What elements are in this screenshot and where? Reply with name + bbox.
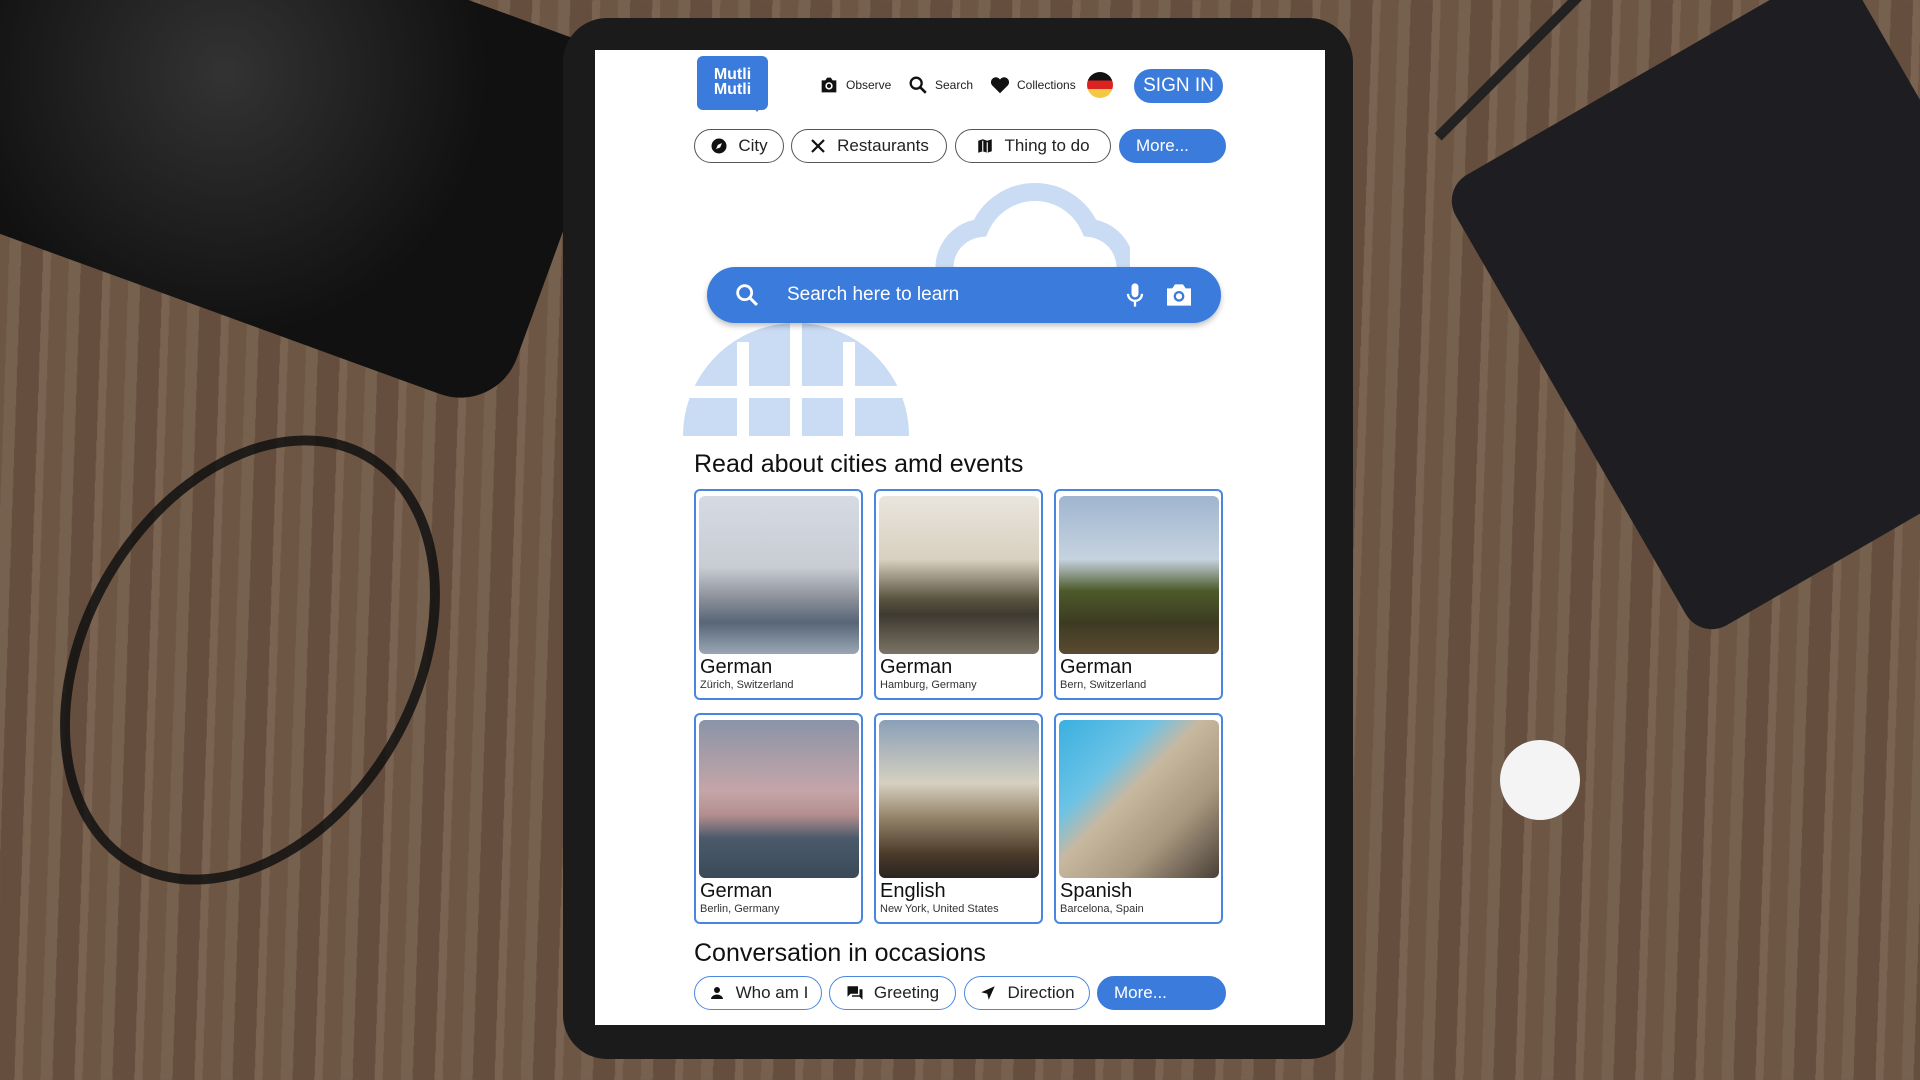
nav-search-label: Search <box>935 78 974 92</box>
category-city[interactable]: City <box>694 129 784 163</box>
globe-illustration <box>683 312 909 436</box>
city-card[interactable]: German Berlin, Germany <box>694 713 863 924</box>
compass-icon <box>711 138 727 154</box>
card-city: Bern, Switzerland <box>1060 679 1147 691</box>
notebook-photo <box>1440 0 1920 641</box>
card-language: English <box>880 880 946 902</box>
nav-collections-label: Collections <box>1017 78 1076 92</box>
heart-icon <box>990 77 1010 94</box>
card-city: Berlin, Germany <box>700 903 780 915</box>
navigation-arrow-icon <box>981 986 996 1000</box>
occasion-label: Direction <box>1007 983 1075 1002</box>
card-language: German <box>880 656 953 678</box>
card-city: Zürich, Switzerland <box>700 679 794 691</box>
card-language: Spanish <box>1060 880 1133 902</box>
city-image <box>879 720 1039 878</box>
app-screen: Mutli Mutli Observe Search Collections SI… <box>595 50 1325 1025</box>
category-thing-to-do[interactable]: Thing to do <box>955 129 1111 163</box>
camera-photo <box>0 0 627 415</box>
city-image <box>1059 720 1219 878</box>
nav-search[interactable]: Search <box>907 72 973 98</box>
city-card[interactable]: German Hamburg, Germany <box>874 489 1043 700</box>
occasion-who-am-i[interactable]: Who am I <box>694 976 822 1010</box>
occasion-label: Who am I <box>735 983 809 1002</box>
card-language: German <box>700 656 773 678</box>
nav-observe-label: Observe <box>846 78 892 92</box>
card-language: German <box>700 880 773 902</box>
person-icon <box>710 987 723 999</box>
category-label: Thing to do <box>1004 136 1090 155</box>
occasion-direction[interactable]: Direction <box>964 976 1090 1010</box>
category-label: Restaurants <box>837 136 929 155</box>
city-card[interactable]: German Zürich, Switzerland <box>694 489 863 700</box>
camera-icon <box>821 77 837 93</box>
card-language: German <box>1060 656 1133 678</box>
city-image <box>1059 496 1219 654</box>
glasses-photo <box>0 367 518 953</box>
search-bar[interactable]: Search here to learn <box>707 267 1221 323</box>
card-city: Barcelona, Spain <box>1060 903 1144 915</box>
occasion-greeting[interactable]: Greeting <box>829 976 956 1010</box>
sign-in-button[interactable]: SIGN IN <box>1134 69 1223 103</box>
language-flag-germany[interactable] <box>1087 72 1113 98</box>
city-card[interactable]: German Bern, Switzerland <box>1054 489 1223 700</box>
map-icon <box>978 139 993 153</box>
conversation-section-title: Conversation in occasions <box>694 939 986 967</box>
chat-icon <box>847 986 863 1000</box>
city-card[interactable]: Spanish Barcelona, Spain <box>1054 713 1223 924</box>
city-image <box>879 496 1039 654</box>
city-image <box>699 720 859 878</box>
occasion-label: Greeting <box>873 983 940 1002</box>
logo-text: Mutli <box>713 66 752 83</box>
nav-observe[interactable]: Observe <box>818 72 891 98</box>
occasion-more-button[interactable]: More... <box>1097 976 1226 1010</box>
city-card[interactable]: English New York, United States <box>874 713 1043 924</box>
search-icon <box>909 76 927 94</box>
camera-icon[interactable] <box>1163 279 1195 311</box>
search-input[interactable]: Search here to learn <box>787 284 1121 306</box>
nav-collections[interactable]: Collections <box>989 72 1076 98</box>
logo[interactable]: Mutli Mutli <box>697 56 768 112</box>
earbud-photo <box>1500 740 1580 820</box>
category-label: City <box>738 136 768 155</box>
logo-text: Mutli <box>713 81 752 98</box>
cities-section-title: Read about cities amd events <box>694 450 1024 478</box>
category-restaurants[interactable]: Restaurants <box>791 129 947 163</box>
city-image <box>699 496 859 654</box>
card-city: Hamburg, Germany <box>880 679 977 691</box>
card-city: New York, United States <box>880 903 999 915</box>
microphone-icon[interactable] <box>1121 281 1149 309</box>
category-more-button[interactable]: More... <box>1119 129 1226 163</box>
utensils-icon <box>811 139 825 153</box>
search-icon <box>736 284 758 306</box>
